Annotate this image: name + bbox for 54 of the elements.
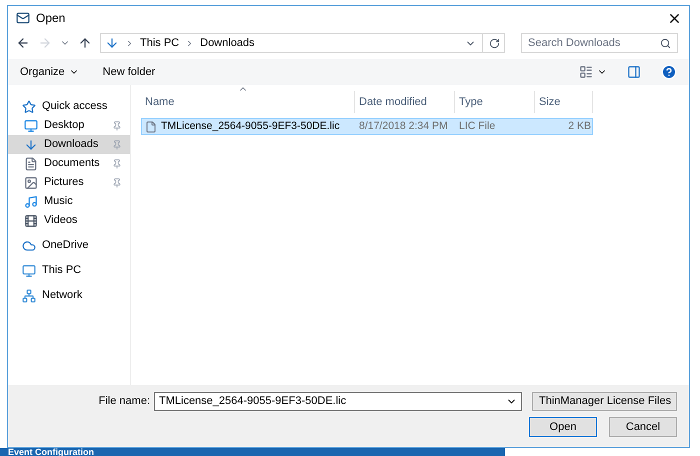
- file-name-label: File name:: [98, 394, 150, 410]
- window-title: Open: [36, 10, 66, 27]
- breadcrumb[interactable]: This PC: [140, 34, 180, 52]
- envelope-icon: [16, 11, 30, 25]
- sidebar-item[interactable]: Network: [8, 286, 130, 305]
- sidebar-item[interactable]: OneDrive: [8, 236, 130, 255]
- file-name-input[interactable]: TMLicense_2564-9055-9EF3-50DE.lic: [159, 393, 506, 410]
- chevron-icon: [125, 38, 134, 48]
- file-type-dropdown[interactable]: ThinManager License Files: [532, 392, 677, 411]
- sidebar-item[interactable]: Downloads: [8, 135, 130, 154]
- file-icon: [145, 120, 157, 132]
- network-icon: [22, 288, 36, 302]
- monitor-icon: [24, 118, 38, 132]
- star-icon: [22, 100, 36, 114]
- table-cell-text: 2 KB: [568, 118, 591, 134]
- column-header[interactable]: Type: [455, 91, 535, 113]
- sidebar-item[interactable]: Desktop: [8, 116, 130, 135]
- document-icon: [24, 156, 38, 170]
- help-icon[interactable]: [661, 64, 677, 80]
- breadcrumb[interactable]: Downloads: [200, 34, 255, 52]
- music-note-icon: [24, 194, 38, 208]
- organize-button[interactable]: Organize: [20, 64, 79, 80]
- back-icon[interactable]: [16, 36, 30, 50]
- column-header[interactable]: Name: [141, 91, 355, 113]
- film-icon: [24, 214, 38, 228]
- file-name-field[interactable]: TMLicense_2564-9055-9EF3-50DE.lic: [154, 392, 522, 411]
- monitor-icon: [22, 264, 36, 278]
- preview-pane-icon[interactable]: [627, 65, 641, 79]
- search-field[interactable]: Search Downloads: [521, 33, 678, 53]
- new-folder-button[interactable]: New folder: [102, 64, 156, 80]
- search-icon: [660, 38, 671, 48]
- cancel-button[interactable]: Cancel: [609, 417, 677, 437]
- up-icon[interactable]: [78, 36, 92, 50]
- column-header[interactable]: Date modified: [355, 91, 455, 113]
- down-arrow-icon: [105, 36, 119, 50]
- image-icon: [24, 176, 38, 190]
- view-options-icon[interactable]: [579, 65, 593, 79]
- table-cell-text: TMLicense_2564-9055-9EF3-50DE.lic: [161, 118, 340, 134]
- cloud-icon: [22, 238, 36, 252]
- table-cell-text: 8/17/2018 2:34 PM: [359, 118, 448, 134]
- search-input[interactable]: Search Downloads: [528, 34, 660, 52]
- file-row[interactable]: TMLicense_2564-9055-9EF3-50DE.lic 8/17/2018 2:34 PM LIC File 2 KB: [141, 118, 593, 135]
- refresh-icon[interactable]: [489, 38, 500, 48]
- sidebar-item[interactable]: Videos: [8, 211, 130, 230]
- table-cell-text: LIC File: [459, 118, 496, 134]
- open-button[interactable]: Open: [529, 417, 597, 437]
- column-header[interactable]: Size: [535, 91, 593, 113]
- sidebar-item[interactable]: This PC: [8, 261, 130, 280]
- sidebar-item[interactable]: Quick access: [8, 97, 130, 116]
- sidebar-item[interactable]: Documents: [8, 154, 130, 173]
- sidebar-item[interactable]: Pictures: [8, 173, 130, 192]
- down-arrow-icon: [24, 138, 38, 152]
- sidebar-item[interactable]: Music: [8, 192, 130, 211]
- address-bar[interactable]: This PC Downloads: [100, 33, 505, 53]
